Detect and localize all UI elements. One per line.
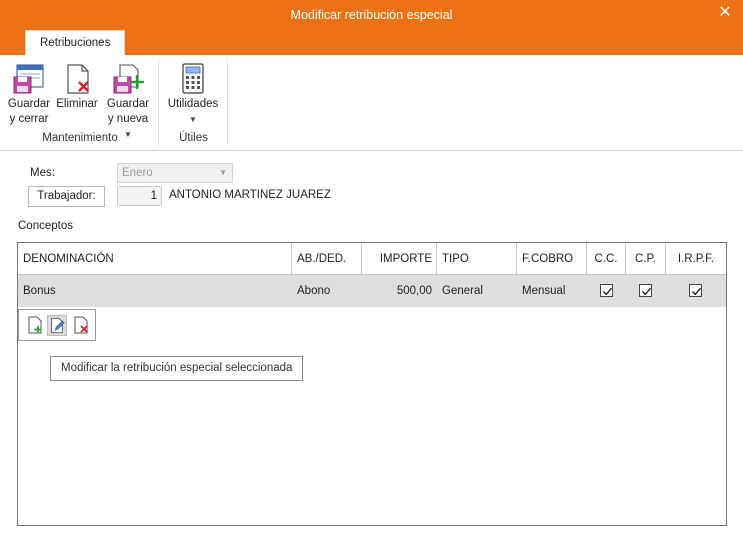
save-close-button[interactable]: Guardar y cerrar <box>6 63 52 127</box>
tab-retribuciones[interactable]: Retribuciones <box>25 30 126 55</box>
title-bar: Modificar retribución especial ✕ Retribu… <box>0 0 743 55</box>
edit-row-button[interactable] <box>47 315 67 336</box>
delete-row-button[interactable] <box>71 315 91 336</box>
cell-importe: 500,00 <box>396 285 432 297</box>
save-close-icon <box>13 64 44 94</box>
edit-document-icon <box>51 317 65 334</box>
new-document-icon <box>28 316 42 334</box>
save-new-icon <box>113 64 144 94</box>
save-close-label-2: y cerrar <box>9 113 49 125</box>
table-row[interactable]: Bonus Abono 500,00 General Mensual <box>18 275 726 307</box>
save-new-label-2: y nueva <box>107 113 149 125</box>
save-new-label-1: Guardar <box>106 98 150 110</box>
column-divider <box>291 243 292 275</box>
delete-button[interactable]: Eliminar <box>55 63 99 112</box>
checkbox-cp[interactable] <box>639 284 652 297</box>
worker-button[interactable]: Trabajador: <box>28 186 105 207</box>
delete-document-icon <box>74 316 88 334</box>
calculator-icon <box>182 63 204 94</box>
worker-name: ANTONIO MARTINEZ JUAREZ <box>169 189 331 201</box>
ribbon: Guardar y cerrar Eliminar Guardar y nuev… <box>0 55 743 151</box>
close-icon[interactable]: ✕ <box>715 3 735 23</box>
window-title: Modificar retribución especial <box>290 8 453 22</box>
concepts-grid[interactable]: DENOMINACIÓN AB./DED. IMPORTE TIPO F.COB… <box>17 242 727 526</box>
column-divider <box>436 243 437 275</box>
check-icon <box>692 287 702 296</box>
delete-document-icon <box>67 64 89 94</box>
column-header-denominacion[interactable]: DENOMINACIÓN <box>19 243 118 275</box>
concepts-section-label: Conceptos <box>18 220 73 232</box>
column-header-irpf[interactable]: I.R.P.F. <box>666 243 726 275</box>
ribbon-separator <box>227 61 228 145</box>
group-label-tools: Útiles <box>179 132 208 144</box>
month-label: Mes: <box>30 167 55 179</box>
month-select: Enero ▼ <box>117 163 233 183</box>
utilities-button[interactable]: Utilidades ▼ <box>164 63 222 127</box>
column-divider <box>516 243 517 275</box>
column-header-tipo[interactable]: TIPO <box>438 243 473 275</box>
save-close-label-1: Guardar <box>7 98 51 110</box>
check-icon <box>642 287 652 296</box>
chevron-down-icon: ▼ <box>189 115 197 124</box>
checkbox-cc[interactable] <box>600 284 613 297</box>
column-header-importe[interactable]: IMPORTE <box>362 243 436 275</box>
save-new-button[interactable]: Guardar y nueva ▼ <box>103 63 153 142</box>
group-label-maintenance: Mantenimiento <box>42 132 118 144</box>
column-header-fcobro[interactable]: F.COBRO <box>518 243 577 275</box>
add-row-button[interactable] <box>25 315 45 336</box>
checkbox-irpf[interactable] <box>689 284 702 297</box>
tooltip: Modificar la retribución especial selecc… <box>50 356 304 381</box>
column-header-abded[interactable]: AB./DED. <box>293 243 350 275</box>
grid-header: DENOMINACIÓN AB./DED. IMPORTE TIPO F.COB… <box>18 243 726 275</box>
cell-abded: Abono <box>297 285 331 297</box>
delete-label: Eliminar <box>56 98 98 110</box>
month-value: Enero <box>122 167 153 179</box>
column-header-cp[interactable]: C.P. <box>626 243 665 275</box>
cell-tipo: General <box>442 285 483 297</box>
column-header-cc[interactable]: C.C. <box>587 243 625 275</box>
grid-mini-toolbar <box>18 309 96 341</box>
chevron-down-icon: ▼ <box>219 168 227 177</box>
cell-fcobro: Mensual <box>522 285 566 297</box>
worker-code-field[interactable]: 1 <box>117 186 162 206</box>
utilities-label: Utilidades <box>167 98 219 110</box>
check-icon <box>603 287 613 296</box>
cell-denominacion: Bonus <box>23 285 56 297</box>
